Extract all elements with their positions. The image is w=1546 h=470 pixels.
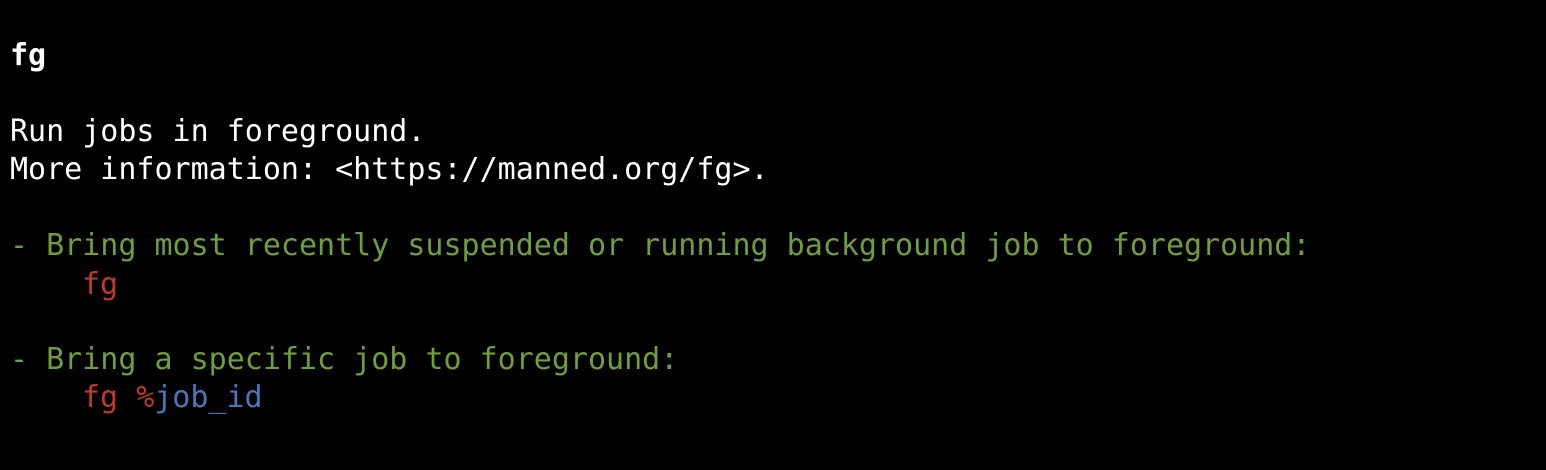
command-placeholder: job_id [154,380,263,415]
example-description: - Bring a specific job to foreground: [10,342,679,377]
job-symbol: % [136,380,155,415]
example-command: fg %job_id [10,379,263,417]
page-description: Run jobs in foreground. [10,114,426,149]
example-description: - Bring most recently suspended or runni… [10,228,1311,263]
terminal-window: fg Run jobs in foreground. More informat… [10,0,1540,470]
more-information-link[interactable]: More information: <https://manned.org/fg… [10,151,769,189]
command-name: fg [82,267,119,302]
command-name: fg [82,380,137,415]
example-command: fg [10,266,118,304]
page-title: fg [10,38,47,73]
